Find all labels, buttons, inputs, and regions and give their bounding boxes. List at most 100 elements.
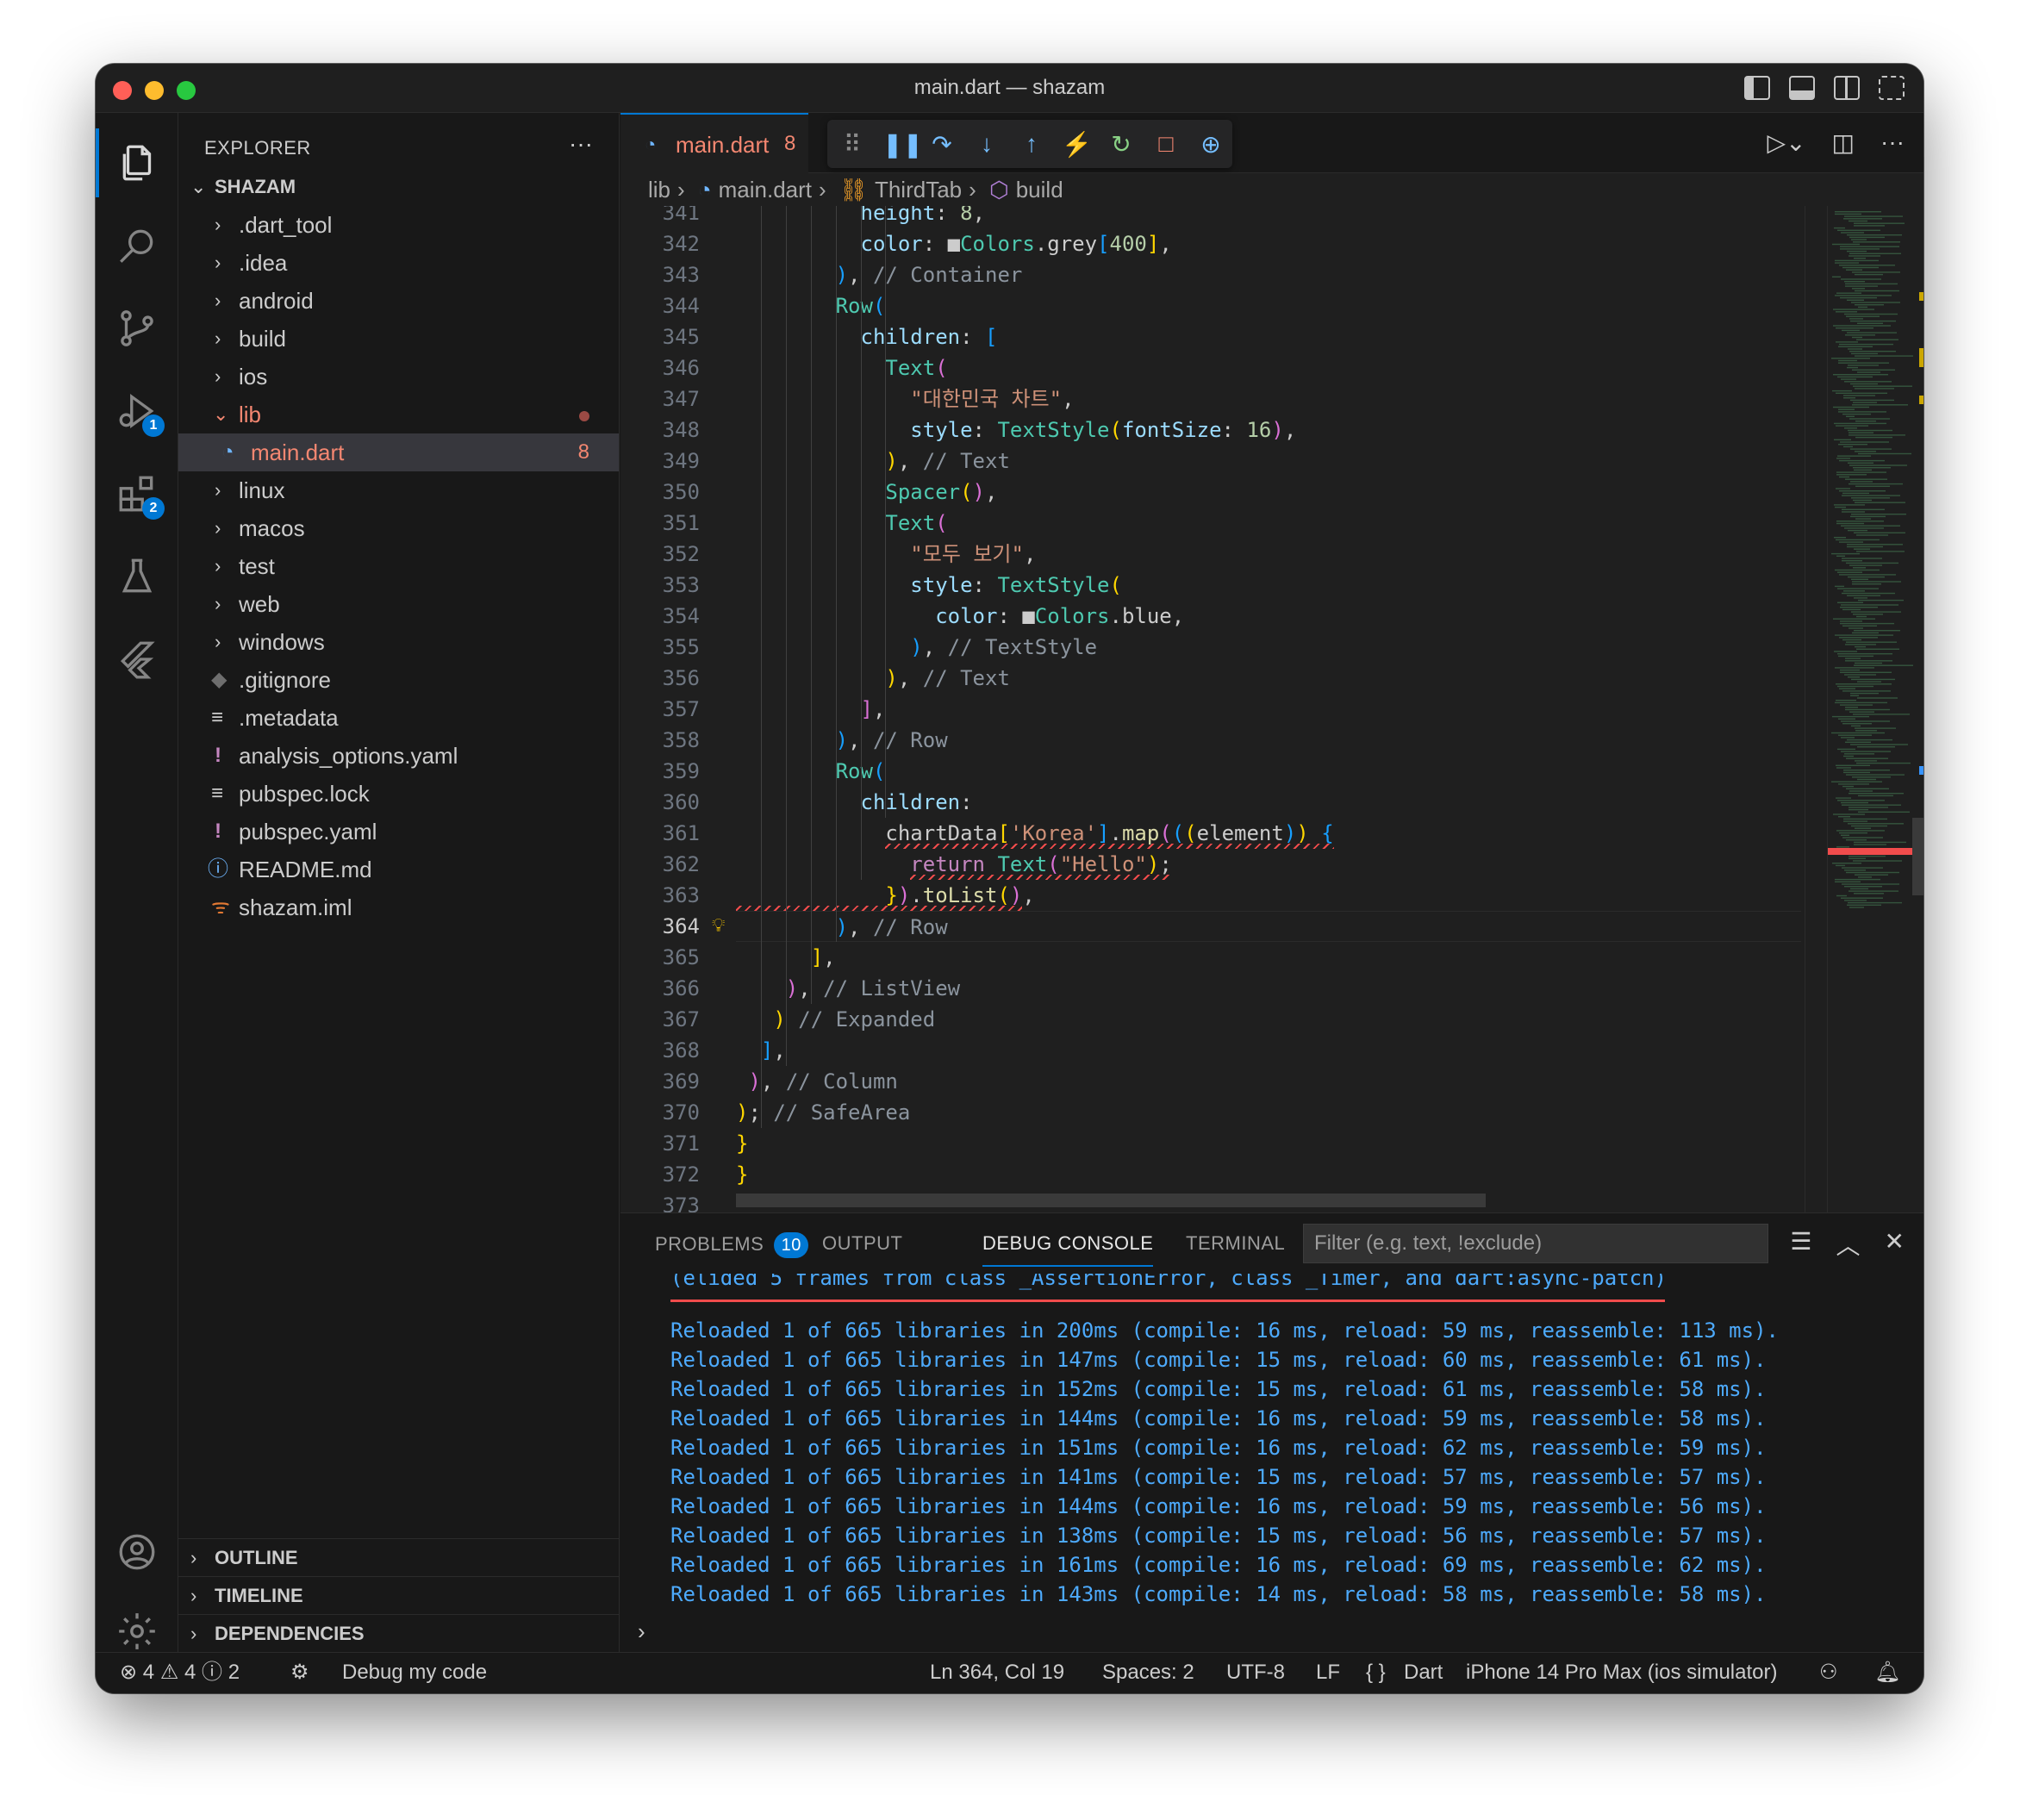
code-line[interactable]: } [736,1159,748,1190]
code-line[interactable]: children: [ [736,321,998,352]
indentation[interactable]: Spaces: 2 [1102,1653,1194,1692]
code-line[interactable]: ), // Row [736,911,1801,942]
toggle-panel-icon[interactable] [1789,76,1815,100]
line-number[interactable]: 348 [620,414,700,446]
code-line[interactable]: style: TextStyle(fontSize: 16), [736,414,1296,446]
console-prompt-chevron-icon[interactable]: › [638,1618,645,1645]
line-number[interactable]: 342 [620,228,700,259]
tab-main-dart[interactable]: ◔ main.dart 8 [620,113,808,173]
breadcrumb-class[interactable]: ThirdTab [875,177,962,203]
line-number[interactable]: 367 [620,1004,700,1035]
line-number[interactable]: 369 [620,1066,700,1097]
breadcrumb-lib[interactable]: lib [648,177,670,203]
tree-item-shazam-iml[interactable]: ᯤ shazam.iml [178,888,619,926]
toggle-secondary-sidebar-icon[interactable] [1834,76,1860,100]
code-line[interactable]: style: TextStyle( [736,570,1122,601]
line-number[interactable]: 370 [620,1097,700,1128]
code-line[interactable]: ); // SafeArea [736,1097,910,1128]
stop-icon[interactable]: □ [1151,130,1181,158]
line-number[interactable]: 364 [620,911,700,942]
extensions-icon[interactable]: 2 [96,459,178,528]
restart-icon[interactable]: ↻ [1107,130,1136,159]
tree-item-test[interactable]: › test [178,547,619,585]
line-number[interactable]: 359 [620,756,700,787]
breadcrumb-method[interactable]: build [1016,177,1063,203]
tree-item-linux[interactable]: › linux [178,471,619,509]
line-number[interactable]: 351 [620,508,700,539]
more-actions-icon[interactable]: ··· [1880,128,1905,157]
code-line[interactable]: } [736,1128,748,1159]
line-number[interactable]: 357 [620,694,700,725]
tree-item-android[interactable]: › android [178,282,619,320]
code-line[interactable]: color: ■Colors.blue, [736,601,1184,632]
maximize-panel-icon[interactable]: ︿ [1836,1227,1861,1262]
drag-handle-icon[interactable]: ⠿ [838,130,867,159]
problems-status[interactable]: ⊗ 4 ⚠ 4 ⓘ 2 [120,1653,240,1692]
line-number[interactable]: 362 [620,849,700,880]
line-number[interactable]: 352 [620,539,700,570]
code-line[interactable]: Spacer(), [736,477,997,508]
tree-item-idea[interactable]: › .idea [178,244,619,282]
cursor-position[interactable]: Ln 364, Col 19 [930,1653,1064,1692]
line-number[interactable]: 366 [620,973,700,1004]
line-number[interactable]: 354 [620,601,700,632]
tree-item-build[interactable]: › build [178,320,619,358]
lightbulb-icon[interactable]: 💡︎ [712,911,725,942]
account-icon[interactable] [96,1518,178,1586]
line-number[interactable]: 345 [620,321,700,352]
code-line[interactable]: Text( [736,508,947,539]
code-line[interactable]: ), // Row [736,725,948,756]
run-icon[interactable]: ▷⌄ [1768,128,1806,157]
code-line[interactable]: Text( [736,352,947,383]
line-number[interactable]: 347 [620,383,700,414]
step-over-icon[interactable]: ↷ [927,130,957,159]
line-number[interactable]: 371 [620,1128,700,1159]
tree-item-web[interactable]: › web [178,585,619,623]
notifications-bell-icon[interactable]: 🔔︎ [1874,1653,1900,1692]
customize-layout-icon[interactable] [1879,76,1905,100]
tree-item-analysis-options[interactable]: ! analysis_options.yaml [178,737,619,775]
section-timeline[interactable]: › TIMELINE [178,1576,619,1614]
explorer-icon[interactable] [96,128,178,197]
pause-icon[interactable]: ❚❚ [882,130,923,159]
code-line[interactable]: ), // ListView [736,973,960,1004]
line-number[interactable]: 358 [620,725,700,756]
close-panel-icon[interactable]: ✕ [1885,1227,1905,1262]
tree-item-ios[interactable]: › ios [178,358,619,396]
feedback-icon[interactable]: ⚇ [1819,1653,1838,1692]
tree-item-metadata[interactable]: ≡ .metadata [178,699,619,737]
breadcrumb-file[interactable]: main.dart [719,177,812,203]
tab-debug-console[interactable]: DEBUG CONSOLE [982,1232,1154,1267]
tree-item-gitignore[interactable]: ◆ .gitignore [178,661,619,699]
scrollbar-thumb[interactable] [1912,818,1923,895]
line-number[interactable]: 341 [620,206,700,228]
code-line[interactable]: "대한민국 차트", [736,383,1074,414]
tree-item-dart-tool[interactable]: › .dart_tool [178,206,619,244]
line-number[interactable]: 360 [620,787,700,818]
run-and-debug-icon[interactable]: 1 [96,377,178,446]
code-editor[interactable]: 341 height: 8, 342 color: ■Colors.grey[40… [620,206,1806,1212]
line-number[interactable]: 346 [620,352,700,383]
tree-item-macos[interactable]: › macos [178,509,619,547]
testing-icon[interactable] [96,542,178,611]
step-into-icon[interactable]: ↓ [972,130,1001,158]
code-line[interactable]: ), // Text [736,663,1010,694]
code-line[interactable]: ), // TextStyle [736,632,1097,663]
line-number[interactable]: 344 [620,290,700,321]
tree-item-pubspec-lock[interactable]: ≡ pubspec.lock [178,775,619,813]
line-number[interactable]: 355 [620,632,700,663]
more-actions-icon[interactable]: ··· [569,130,593,158]
inspect-widget-icon[interactable]: ⊕ [1196,130,1225,159]
line-number[interactable]: 363 [620,880,700,911]
clear-console-icon[interactable]: ☰ [1790,1227,1811,1262]
line-number[interactable]: 356 [620,663,700,694]
line-number[interactable]: 353 [620,570,700,601]
line-number[interactable]: 368 [620,1035,700,1066]
line-number[interactable]: 350 [620,477,700,508]
debug-status-icon[interactable]: ⚙ [290,1653,309,1692]
debug-config[interactable]: Debug my code [342,1653,487,1692]
flutter-icon[interactable] [96,625,178,694]
section-dependencies[interactable]: › DEPENDENCIES [178,1614,619,1652]
toggle-primary-sidebar-icon[interactable] [1744,76,1770,100]
tab-output[interactable]: OUTPUT [822,1232,902,1255]
